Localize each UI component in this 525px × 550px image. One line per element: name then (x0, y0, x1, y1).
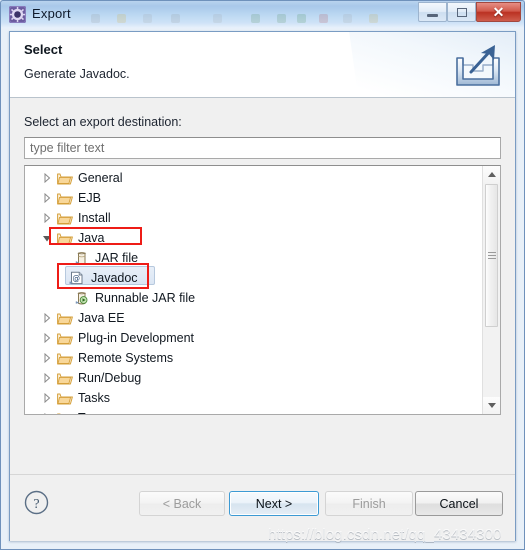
folder-icon (57, 353, 73, 365)
tree-item-label: Run/Debug (78, 371, 142, 385)
tree-item-label: Plug-in Development (78, 331, 195, 345)
scrollbar-thumb[interactable] (485, 184, 498, 327)
back-button[interactable]: < Back (139, 491, 225, 516)
tree-item-label: Runnable JAR file (95, 291, 196, 305)
folder-icon (57, 393, 73, 405)
export-destination-tree[interactable]: General EJB Install Java JAR file @ Java… (24, 165, 501, 415)
tree-item-ejb[interactable]: EJB (25, 188, 101, 208)
maximize-icon (456, 7, 467, 17)
tree-item-remote-systems[interactable]: Remote Systems (25, 348, 173, 368)
cancel-button[interactable]: Cancel (415, 491, 503, 516)
folder-icon (57, 193, 73, 205)
chevron-right-icon[interactable] (42, 353, 52, 363)
chevron-right-icon[interactable] (42, 313, 52, 323)
jar-file-icon (75, 252, 87, 265)
tree-item-run-debug[interactable]: Run/Debug (25, 368, 141, 388)
chevron-right-icon[interactable] (42, 393, 52, 403)
chevron-right-icon[interactable] (42, 333, 52, 343)
tree-item-tasks[interactable]: Tasks (25, 388, 110, 408)
svg-text:@: @ (73, 274, 81, 283)
page-title: Select (24, 42, 63, 57)
filter-input[interactable] (24, 137, 501, 159)
svg-text:?: ? (33, 497, 39, 512)
window-title: Export (32, 6, 71, 21)
maximize-button[interactable] (447, 2, 476, 22)
chevron-down-icon[interactable] (42, 233, 52, 243)
tree-viewport: General EJB Install Java JAR file @ Java… (25, 166, 484, 414)
folder-icon (57, 173, 73, 185)
tree-item-label: JAR file (95, 251, 139, 265)
tree-item-plug-in-development[interactable]: Plug-in Development (25, 328, 194, 348)
tree-item-java[interactable]: Java (25, 228, 104, 248)
wizard-banner: Select Generate Javadoc. (10, 32, 515, 98)
scroll-down-button[interactable] (483, 397, 500, 414)
folder-open-icon (57, 233, 73, 245)
tree-item-label: Java EE (78, 311, 125, 325)
folder-icon (57, 373, 73, 385)
scroll-down-icon (487, 403, 496, 408)
javadoc-icon: @ (69, 271, 83, 285)
title-bar[interactable]: Export ✕ (1, 1, 524, 29)
folder-icon (57, 213, 73, 225)
close-button[interactable]: ✕ (476, 2, 521, 22)
folder-icon (57, 413, 61, 414)
runnable-jar-icon (75, 292, 88, 305)
tree-item-runnable-jar-file[interactable]: Runnable JAR file (25, 288, 195, 308)
chevron-right-icon[interactable] (42, 213, 52, 223)
tree-item-javadoc[interactable]: @ Javadoc (25, 268, 138, 288)
tree-item-label: EJB (78, 191, 101, 205)
tree-item-label: Javadoc (91, 271, 138, 285)
finish-button[interactable]: Finish (325, 491, 413, 516)
tree-item-install[interactable]: Install (25, 208, 111, 228)
destination-label: Select an export destination: (24, 115, 182, 129)
tree-vertical-scrollbar[interactable] (482, 166, 500, 414)
close-icon: ✕ (492, 4, 505, 20)
next-button[interactable]: Next > (229, 491, 319, 516)
folder-icon (57, 333, 73, 345)
tree-item-label: General (78, 171, 123, 185)
wizard-body: Select an export destination: type filte… (10, 98, 515, 473)
chevron-right-icon[interactable] (42, 413, 52, 414)
tree-item-team[interactable]: Team (25, 408, 109, 414)
scroll-up-button[interactable] (483, 166, 500, 183)
tree-item-label: Tasks (78, 391, 110, 405)
background-toolbar-ghost (91, 11, 391, 27)
tree-item-general[interactable]: General (25, 168, 122, 188)
export-wizard-window: Export ✕ Select Generate Javadoc. Select… (0, 0, 525, 550)
tree-item-label: Java (78, 231, 105, 245)
chevron-right-icon[interactable] (42, 173, 52, 183)
scroll-up-icon (487, 172, 496, 177)
minimize-icon (427, 14, 438, 17)
chevron-right-icon[interactable] (42, 193, 52, 203)
scrollbar-grip-icon (488, 251, 496, 260)
dialog-panel: Select Generate Javadoc. Select an expor… (9, 31, 516, 541)
minimize-button[interactable] (418, 2, 447, 22)
page-subtitle: Generate Javadoc. (24, 67, 130, 81)
tree-item-label: Remote Systems (78, 351, 174, 365)
tree-item-label: Install (78, 211, 111, 225)
tree-item-label: Team (78, 411, 109, 414)
export-arrow-icon (456, 45, 500, 86)
dialog-footer: ? < Back Next > Finish Cancel (10, 474, 515, 541)
tree-item-jar-file[interactable]: JAR file (25, 248, 138, 268)
chevron-right-icon[interactable] (42, 373, 52, 383)
help-button[interactable]: ? (24, 490, 49, 515)
export-gear-icon (9, 6, 26, 23)
tree-item-java-ee[interactable]: Java EE (25, 308, 125, 328)
folder-icon (57, 313, 73, 325)
